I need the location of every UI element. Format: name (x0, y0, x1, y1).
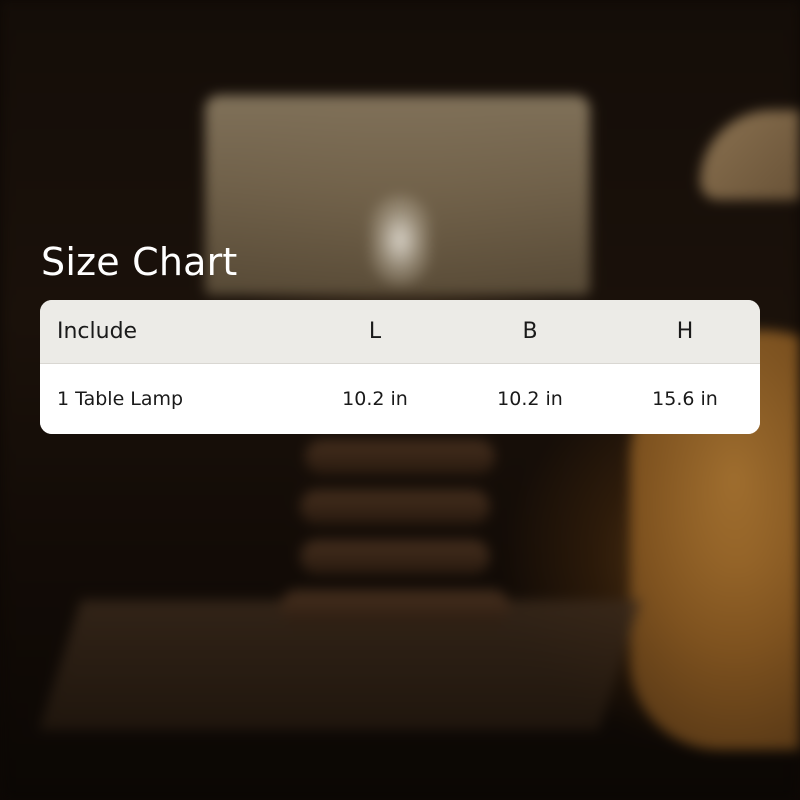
size-chart-table: Include L B H 1 Table Lamp 10.2 in 10.2 … (40, 300, 760, 434)
cell-length: 10.2 in (342, 388, 408, 410)
table-row: 1 Table Lamp 10.2 in 10.2 in 15.6 in (40, 364, 760, 434)
header-include: Include (57, 319, 138, 344)
header-breadth: B (522, 319, 538, 344)
background-lamp-base-ring (300, 490, 490, 524)
cell-breadth: 10.2 in (497, 388, 563, 410)
background-lamp-glow (370, 195, 430, 285)
background-lamp-base-ring (305, 440, 495, 474)
header-length: L (368, 319, 382, 344)
size-chart-title: Size Chart (41, 240, 238, 284)
header-height: H (676, 319, 694, 344)
background-leaf (700, 110, 800, 200)
background-lamp-base-ring (300, 540, 490, 574)
table-header-row: Include L B H (40, 300, 760, 364)
cell-include: 1 Table Lamp (57, 388, 184, 410)
background-lamp-base-ring (280, 590, 510, 624)
cell-height: 15.6 in (652, 388, 718, 410)
